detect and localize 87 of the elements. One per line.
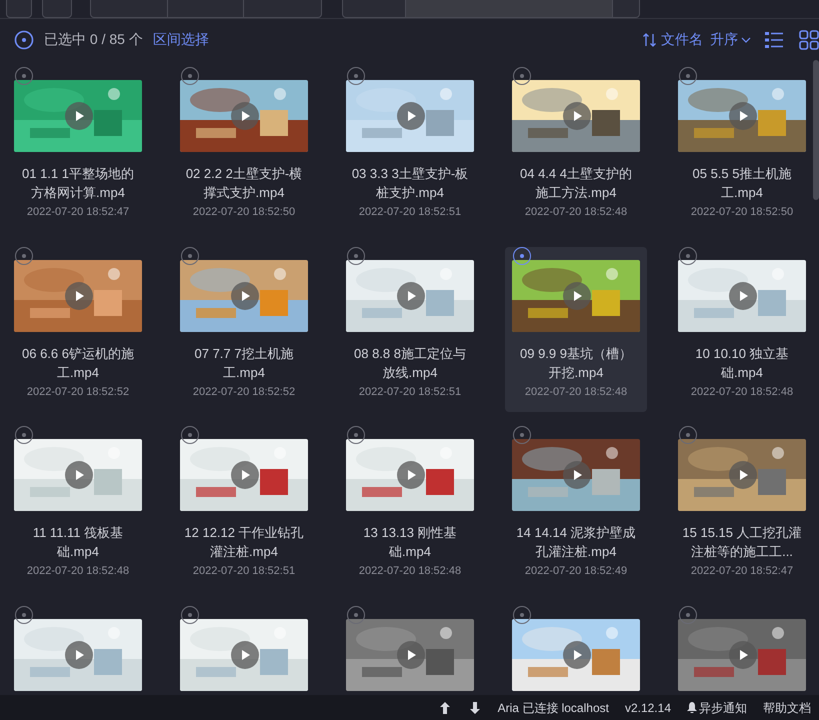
select-checkbox[interactable] — [181, 426, 199, 444]
select-checkbox[interactable] — [347, 606, 365, 624]
file-date: 2022-07-20 18:52:48 — [690, 384, 794, 400]
file-name[interactable]: 10 10.10 独立基础.mp4 — [682, 344, 802, 382]
file-name[interactable]: 07 7.7 7挖土机施工.mp4 — [184, 344, 304, 382]
range-select-link[interactable]: 区间选择 — [152, 29, 209, 50]
scrollbar[interactable] — [813, 60, 819, 200]
play-icon[interactable] — [563, 102, 591, 130]
file-date: 2022-07-20 18:52:52 — [192, 384, 296, 400]
play-icon[interactable] — [397, 282, 425, 310]
play-icon[interactable] — [397, 640, 425, 668]
play-icon[interactable] — [729, 640, 757, 668]
file-name[interactable]: 15 15.15 人工挖孔灌注桩等的施工工... — [682, 523, 802, 561]
play-icon[interactable] — [65, 102, 93, 130]
select-checkbox[interactable] — [679, 606, 697, 624]
file-name[interactable]: 12 12.12 干作业钻孔灌注桩.mp4 — [184, 523, 304, 561]
aria-status: Aria 已连接 localhost — [498, 700, 609, 716]
play-icon[interactable] — [397, 461, 425, 489]
file-name[interactable]: 04 4.4 4土壁支护的施工方法.mp4 — [516, 164, 636, 202]
play-icon[interactable] — [729, 282, 757, 310]
file-name[interactable]: 03 3.3 3土壁支护-板桩支护.mp4 — [350, 164, 470, 202]
sort-icon — [642, 32, 658, 48]
file-date: 2022-07-20 18:52:47 — [690, 564, 794, 579]
select-checkbox[interactable] — [181, 67, 199, 85]
file-name[interactable]: 05 5.5 5推土机施工.mp4 — [682, 164, 802, 202]
sort-button[interactable]: 文件名 升序 — [642, 29, 751, 50]
select-checkbox[interactable] — [679, 67, 697, 85]
help-docs-link[interactable]: 帮助文档 — [763, 698, 811, 716]
select-checkbox[interactable] — [347, 426, 365, 444]
file-date: 2022-07-20 18:52:51 — [358, 384, 462, 400]
file-date: 2022-07-20 18:52:48 — [26, 564, 130, 579]
play-icon[interactable] — [563, 640, 591, 668]
file-date: 2022-07-20 18:52:47 — [26, 205, 130, 220]
async-notify-button[interactable]: 异步通知 — [687, 698, 747, 716]
file-name[interactable]: 13 13.13 刚性基础.mp4 — [350, 523, 470, 561]
file-name[interactable]: 02 2.2 2土壁支护-横撑式支护.mp4 — [184, 164, 304, 202]
file-date: 2022-07-20 18:52:49 — [524, 564, 628, 579]
bell-icon — [687, 702, 697, 713]
select-checkbox[interactable] — [679, 426, 697, 444]
select-checkbox[interactable] — [513, 246, 531, 264]
select-checkbox[interactable] — [15, 246, 33, 264]
file-date: 2022-07-20 18:52:48 — [358, 564, 462, 579]
play-icon[interactable] — [231, 461, 259, 489]
select-checkbox[interactable] — [513, 606, 531, 624]
caret-icon — [741, 34, 751, 44]
play-icon[interactable] — [729, 102, 757, 130]
select-checkbox[interactable] — [181, 246, 199, 264]
play-icon[interactable] — [65, 640, 93, 668]
file-name[interactable]: 08 8.8 8施工定位与放线.mp4 — [350, 344, 470, 382]
file-card[interactable]: 09 9.9 9基坑（槽）开挖.mp4 2022-07-20 18:52:48 — [505, 246, 647, 412]
file-date: 2022-07-20 18:52:50 — [690, 205, 794, 220]
play-icon[interactable] — [65, 461, 93, 489]
play-icon[interactable] — [231, 102, 259, 130]
file-date: 2022-07-20 18:52:50 — [192, 205, 296, 220]
file-name[interactable]: 11 11.11 筏板基础.mp4 — [18, 523, 138, 561]
select-checkbox[interactable] — [679, 246, 697, 264]
play-icon[interactable] — [231, 282, 259, 310]
select-checkbox[interactable] — [15, 606, 33, 624]
file-name[interactable]: 09 9.9 9基坑（槽）开挖.mp4 — [516, 344, 636, 382]
play-icon[interactable] — [563, 282, 591, 310]
play-icon[interactable] — [397, 102, 425, 130]
select-checkbox[interactable] — [347, 67, 365, 85]
file-name[interactable]: 01 1.1 1平整场地的方格网计算.mp4 — [18, 164, 138, 202]
select-all-icon[interactable] — [14, 30, 34, 50]
upload-arrow-icon[interactable] — [440, 702, 450, 714]
grid-view-icon[interactable] — [799, 30, 819, 50]
list-view-icon[interactable] — [765, 30, 783, 48]
play-icon[interactable] — [563, 461, 591, 489]
select-checkbox[interactable] — [513, 67, 531, 85]
play-icon[interactable] — [729, 461, 757, 489]
select-checkbox[interactable] — [15, 67, 33, 85]
file-date: 2022-07-20 18:52:51 — [358, 205, 462, 220]
select-checkbox[interactable] — [513, 426, 531, 444]
select-checkbox[interactable] — [15, 426, 33, 444]
file-name[interactable]: 14 14.14 泥浆护壁成孔灌注桩.mp4 — [516, 523, 636, 561]
play-icon[interactable] — [65, 282, 93, 310]
selection-count: 已选中 0 / 85 个 — [44, 30, 143, 49]
file-date: 2022-07-20 18:52:52 — [26, 384, 130, 400]
file-date: 2022-07-20 18:52:48 — [524, 205, 628, 220]
version-label: v2.12.14 — [624, 700, 671, 716]
select-checkbox[interactable] — [347, 246, 365, 264]
file-date: 2022-07-20 18:52:48 — [524, 384, 628, 400]
file-date: 2022-07-20 18:52:51 — [192, 564, 296, 579]
download-arrow-icon[interactable] — [470, 702, 480, 714]
play-icon[interactable] — [231, 640, 259, 668]
file-name[interactable]: 06 6.6 6铲运机的施工.mp4 — [18, 344, 138, 382]
select-checkbox[interactable] — [181, 606, 199, 624]
